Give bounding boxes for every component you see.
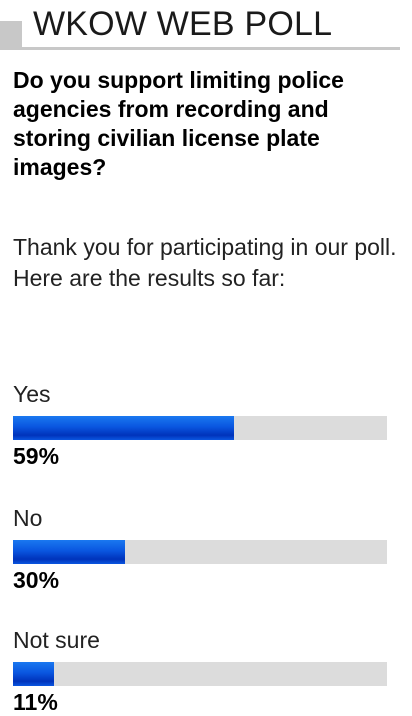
poll-header-title: WKOW WEB POLL — [33, 5, 333, 43]
poll-question: Do you support limiting police agencies … — [13, 67, 344, 180]
option-percent: 59% — [13, 443, 60, 469]
result-bar-fill — [13, 416, 234, 440]
poll-results-message: Thank you for participating in our poll.… — [13, 234, 397, 291]
header-divider — [22, 47, 400, 50]
result-bar-track — [13, 416, 387, 440]
option-label: Not sure — [13, 627, 100, 653]
result-bar-track — [13, 662, 387, 686]
poll-option-yes: Yes 59% — [13, 380, 387, 470]
result-bar-fill — [13, 662, 55, 686]
header-accent-block — [0, 21, 22, 50]
poll-header: WKOW WEB POLL — [0, 0, 400, 52]
option-label: No — [13, 505, 43, 531]
option-percent: 30% — [13, 567, 60, 593]
poll-option-not-sure: Not sure 11% — [13, 626, 387, 716]
result-bar-fill — [13, 540, 126, 564]
option-label: Yes — [13, 381, 51, 407]
option-percent: 11% — [13, 689, 58, 715]
result-bar-track — [13, 540, 387, 564]
poll-option-no: No 30% — [13, 504, 387, 594]
